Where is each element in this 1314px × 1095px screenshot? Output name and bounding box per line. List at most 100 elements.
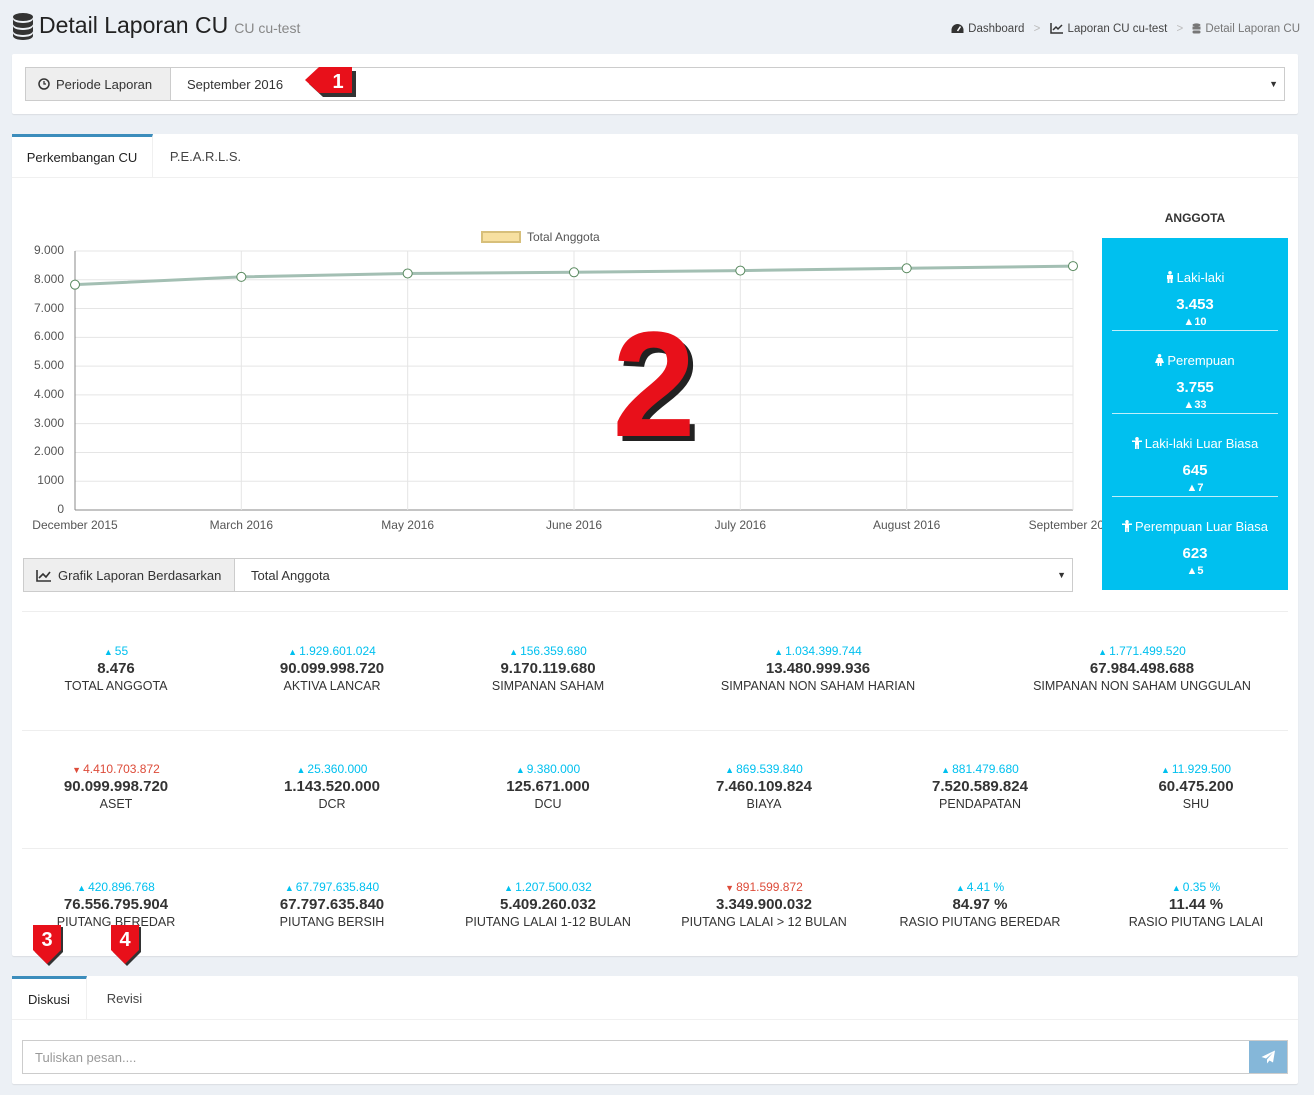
annotation-marker-2: 2 2 [612, 309, 700, 449]
main-tab-box: Perkembangan CU P.E.A.R.L.S. Total Anggo… [12, 134, 1298, 956]
discussion-box: Diskusi Revisi [12, 976, 1298, 1084]
grafik-value: Total Anggota [251, 567, 330, 583]
data-point[interactable] [70, 279, 80, 290]
anggota-value-perempuan-luar-biasa: 623 [1182, 545, 1208, 562]
anggota-item-label: Perempuan Luar Biasa [1112, 519, 1278, 534]
stat-label: SIMPANAN NON SAHAM HARIAN [720, 679, 916, 693]
data-point[interactable] [735, 265, 746, 276]
stat-label: PIUTANG LALAI 1-12 BULAN [465, 915, 631, 929]
tab-perkembangan-cu-label: Perkembangan CU [26, 150, 138, 165]
breadcrumb-laporan[interactable]: Laporan CU cu-test [1049, 23, 1168, 35]
grafik-select[interactable]: Total Anggota ▼ [235, 559, 1072, 591]
anggota-item-perempuan-luar-biasa: Perempuan Luar Biasa 623 ▲5 [1112, 497, 1278, 580]
paper-plane-icon [1261, 1050, 1275, 1064]
anggota-delta: ▲33 [1112, 399, 1278, 411]
anggota-item-label: Laki-laki [1112, 270, 1278, 285]
stat-value: 5.409.260.032 [500, 896, 596, 913]
stat-delta-value: 25.360.000 [307, 762, 368, 776]
stat-delta-value: 869.539.840 [736, 762, 803, 776]
stat-label: RASIO PIUTANG BEREDAR [899, 915, 1061, 929]
stat-value: 11.44 % [1168, 896, 1224, 913]
stat-delta-value: 1.929.601.024 [299, 644, 376, 658]
breadcrumb-dashboard[interactable]: Dashboard [951, 23, 1024, 35]
stat-item: ▼ 4.410.703.872 90.099.998.720 ASET [64, 762, 168, 811]
data-point[interactable] [1068, 261, 1078, 272]
caret-up-icon: ▲ [1160, 765, 1170, 775]
data-point[interactable] [901, 263, 912, 274]
stat-label: SIMPANAN NON SAHAM UNGGULAN [1033, 679, 1251, 693]
send-button[interactable] [1249, 1041, 1287, 1073]
stat-delta: ▼ 4.410.703.872 [64, 762, 168, 776]
anggota-item-perempuan: Perempuan 3.755 ▲33 [1112, 331, 1278, 414]
caret-up-icon: ▲ [1098, 647, 1108, 657]
data-point[interactable] [569, 267, 579, 278]
divider [22, 730, 1288, 731]
tab-perkembangan-cu[interactable]: Perkembangan CU [12, 134, 153, 178]
anggota-delta: ▲7 [1112, 482, 1278, 494]
stat-delta-value: 4.41 % [966, 880, 1005, 894]
caret-down-icon: ▼ [72, 765, 82, 775]
data-point[interactable] [402, 268, 413, 279]
stat-item: ▲ 1.207.500.032 5.409.260.032 PIUTANG LALAI… [465, 880, 631, 929]
tab-revisi-label: Revisi [106, 990, 143, 1006]
anggota-item-laki-laki: Laki-laki 3.453 ▲10 [1112, 248, 1278, 331]
data-point[interactable] [236, 271, 247, 282]
caret-up-icon: ▲ [509, 647, 519, 657]
stat-delta-value: 420.896.768 [88, 880, 155, 894]
stat-value: 13.480.999.936 [765, 660, 871, 677]
stat-label: BIAYA [746, 797, 782, 811]
database-icon [13, 13, 33, 40]
stat-value: 60.475.200 [1158, 778, 1234, 795]
page-subtitle: CU cu-test [234, 20, 301, 36]
caret-up-icon: ▲ [288, 647, 298, 657]
stat-label: AKTIVA LANCAR [283, 679, 381, 693]
line-chart [70, 250, 1078, 511]
stat-delta: ▲ 420.896.768 [57, 880, 176, 894]
periode-select-group[interactable]: Periode Laporan September 2016 ▼ [25, 67, 1285, 101]
caret-up-icon: ▲ [77, 883, 87, 893]
chevron-down-icon: ▼ [1057, 570, 1066, 580]
divider [22, 848, 1288, 849]
stat-value: 7.520.589.824 [932, 778, 1028, 795]
stat-value: 90.099.998.720 [279, 660, 385, 677]
stat-delta-value: 9.380.000 [526, 762, 581, 776]
stat-item: ▲ 1.929.601.024 90.099.998.720 AKTIVA LANCA… [280, 644, 384, 693]
stat-item: ▲ 25.360.000 1.143.520.000 DCR [284, 762, 380, 811]
tab-diskusi[interactable]: Diskusi [12, 976, 87, 1020]
breadcrumb-laporan-label: Laporan CU cu-test [1067, 23, 1168, 35]
breadcrumb-current: Detail Laporan CU [1192, 23, 1300, 35]
stat-delta-value: 0.35 % [1182, 880, 1221, 894]
stat-delta-value: 55 [114, 644, 129, 658]
message-input[interactable] [23, 1041, 1249, 1073]
stat-label: DCR [318, 797, 346, 811]
stat-delta: ▲ 156.359.680 [492, 644, 604, 658]
stat-value: 3.349.900.032 [716, 896, 812, 913]
periode-label: Periode Laporan [56, 76, 153, 92]
annotation-marker-1: 1 [305, 67, 356, 97]
stat-value: 1.143.520.000 [284, 778, 380, 795]
content-header: Detail Laporan CU CU cu-test Dashboard > … [12, 10, 1302, 44]
stat-delta-value: 1.771.499.520 [1109, 644, 1186, 658]
caret-up-icon: ▲ [1171, 883, 1181, 893]
annotation-marker-3: 3 [33, 925, 63, 966]
stat-item: ▲ 67.797.635.840 67.797.635.840 PIUTANG BER… [280, 880, 385, 929]
stat-label: ASET [99, 797, 133, 811]
tab-pearls[interactable]: P.E.A.R.L.S. [158, 134, 253, 178]
stat-delta: ▲ 11.929.500 [1158, 762, 1233, 776]
caret-up-icon: ▲ [1183, 399, 1195, 411]
caret-up-icon: ▲ [515, 765, 525, 775]
stat-delta-value: 4.410.703.872 [83, 762, 160, 776]
stat-label: SHU [1182, 797, 1210, 811]
breadcrumb-current-label: Detail Laporan CU [1205, 23, 1300, 35]
stat-label: RASIO PIUTANG LALAI [1128, 915, 1264, 929]
stat-item: ▲ 869.539.840 7.460.109.824 BIAYA [716, 762, 812, 811]
grafik-select-group[interactable]: Grafik Laporan Berdasarkan Total Anggota… [23, 558, 1073, 592]
stat-delta: ▲ 1.771.499.520 [1033, 644, 1251, 658]
stat-value: 9.170.119.680 [500, 660, 596, 677]
tab-pearls-label: P.E.A.R.L.S. [169, 148, 242, 164]
tab-revisi[interactable]: Revisi [92, 976, 157, 1020]
stat-delta: ▲ 55 [64, 644, 167, 658]
anggota-delta: ▲5 [1112, 565, 1278, 577]
stat-delta-value: 1.207.500.032 [515, 880, 592, 894]
stat-item: ▼ 891.599.872 3.349.900.032 PIUTANG LALAI >… [681, 880, 846, 929]
